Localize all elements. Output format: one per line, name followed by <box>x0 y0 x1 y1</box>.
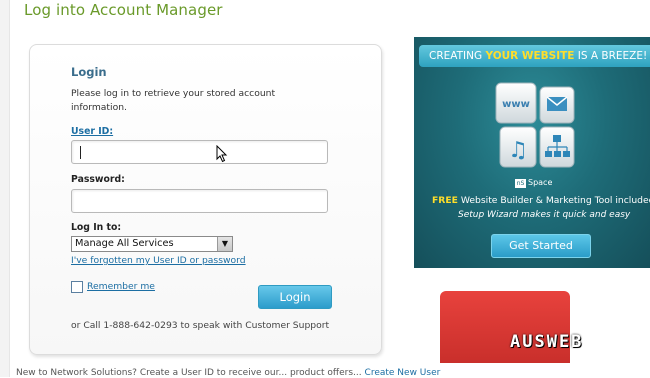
ad-headline-post: IS A BREEZE! <box>574 50 648 62</box>
ad-cube-illustration: www ♫ <box>495 82 575 168</box>
ad-headline-pre: CREATING <box>429 50 486 62</box>
remember-me-checkbox[interactable] <box>71 281 83 293</box>
ad-brand-logo: nS Space <box>515 178 552 188</box>
login-button[interactable]: Login <box>258 285 332 309</box>
log-in-to-label: Log In to: <box>71 222 122 233</box>
forgot-credentials-link[interactable]: I've forgotten my User ID or password <box>71 255 246 266</box>
music-icon: ♫ <box>499 126 537 168</box>
login-panel: Login Please log in to retrieve your sto… <box>29 44 382 355</box>
chevron-down-icon[interactable]: ▼ <box>217 237 232 251</box>
ausweb-watermark-logo <box>440 291 570 363</box>
ad-brand-name: Space <box>528 178 553 187</box>
log-in-to-select[interactable]: Manage All Services ▼ <box>71 236 233 252</box>
ausweb-watermark-text: AUSWEB <box>510 332 584 352</box>
text-caret <box>80 146 81 159</box>
svg-text:♫: ♫ <box>508 138 528 163</box>
ad-offer-line: FREE Website Builder & Marketing Tool in… <box>432 195 650 206</box>
login-heading: Login <box>71 65 107 79</box>
user-id-label[interactable]: User ID: <box>71 126 113 137</box>
sitemap-icon <box>539 126 575 168</box>
ad-tagline: Setup Wizard makes it quick and easy <box>458 210 631 220</box>
password-label: Password: <box>71 174 125 185</box>
mouse-cursor-icon <box>216 145 228 163</box>
website-builder-ad[interactable]: CREATING YOUR WEBSITE IS A BREEZE! www ♫ <box>414 37 650 268</box>
ad-headline: CREATING YOUR WEBSITE IS A BREEZE! <box>419 45 650 67</box>
email-icon <box>539 86 575 124</box>
ad-brand-mark: nS <box>515 179 526 188</box>
www-tile-icon: www <box>495 82 537 124</box>
svg-text:www: www <box>502 99 530 110</box>
ad-headline-highlight: YOUR WEBSITE <box>485 50 575 62</box>
ad-offer-free: FREE <box>432 195 458 206</box>
get-started-button[interactable]: Get Started <box>491 234 591 258</box>
password-input[interactable] <box>71 189 328 213</box>
support-phone-text: or Call 1-888-642-0293 to speak with Cus… <box>71 320 330 331</box>
left-edge-rail <box>0 0 10 377</box>
remember-me-label[interactable]: Remember me <box>87 281 155 292</box>
ad-offer-rest: Website Builder & Marketing Tool include… <box>457 195 650 206</box>
user-id-input[interactable] <box>71 140 328 164</box>
log-in-to-selected-value: Manage All Services <box>75 238 174 249</box>
page-title: Log into Account Manager <box>24 1 223 19</box>
login-intro-text: Please log in to retrieve your stored ac… <box>71 88 276 113</box>
